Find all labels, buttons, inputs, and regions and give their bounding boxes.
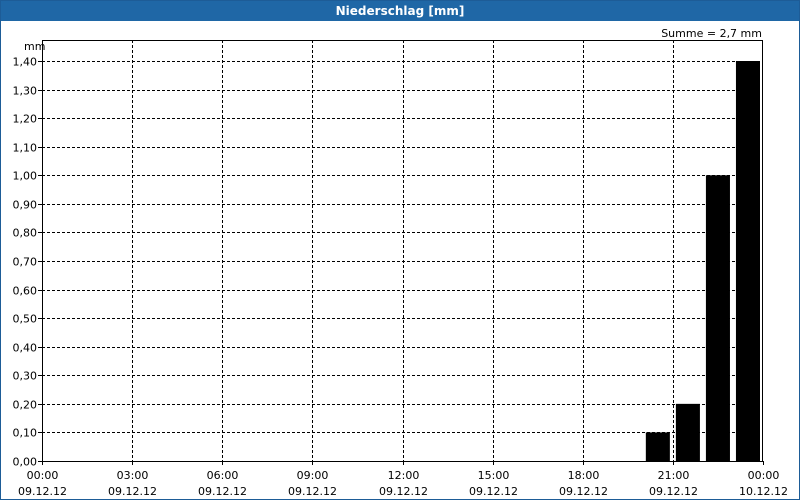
precipitation-chart: 0,00 0,10 0,20 0,30 0,40 0,50 0,60 0,70 0,80 0,90…: [13, 27, 788, 498]
x-tick-date-label: 09.12.12: [198, 485, 247, 498]
x-tick-time-label: 00:00: [748, 469, 780, 482]
x-tick-date-label: 09.12.12: [649, 485, 698, 498]
bar: [645, 432, 670, 461]
y-tick-label: 1,10: [13, 142, 38, 155]
y-tick-label: 0,70: [13, 256, 38, 269]
bar: [735, 61, 760, 461]
grid: [42, 40, 763, 461]
y-tick-label: 0,60: [13, 285, 38, 298]
y-tick-label: 0,90: [13, 199, 38, 212]
x-tick-date-label: 09.12.12: [18, 485, 67, 498]
x-tick-date-label: 09.12.12: [469, 485, 518, 498]
y-tick-label: 1,20: [13, 113, 38, 126]
x-tick-time-label: 09:00: [297, 469, 329, 482]
y-tick-label: 1,40: [13, 56, 38, 69]
x-tick-date-label: 09.12.12: [288, 485, 337, 498]
y-tick-label: 0,20: [13, 399, 38, 412]
sum-annotation: Summe = 2,7 mm: [661, 27, 762, 40]
y-tick-label: 0,40: [13, 342, 38, 355]
y-tick-label: 0,50: [13, 313, 38, 326]
x-tick-time-label: 21:00: [658, 469, 690, 482]
x-tick-date-label: 09.12.12: [559, 485, 608, 498]
x-tick-time-label: 06:00: [207, 469, 239, 482]
x-tick-date-label: 09.12.12: [379, 485, 428, 498]
axes: [38, 40, 764, 465]
y-tick-label: 1,30: [13, 85, 38, 98]
x-tick-time-label: 18:00: [568, 469, 600, 482]
bar: [675, 403, 700, 461]
x-tick-time-label: 15:00: [478, 469, 510, 482]
x-tick-date-label: 10.12.12: [739, 485, 788, 498]
x-tick-date-label: 09.12.12: [108, 485, 157, 498]
x-tick-time-label: 00:00: [27, 469, 59, 482]
y-axis-unit: mm: [24, 40, 45, 53]
bar: [705, 175, 730, 462]
x-tick-time-label: 12:00: [388, 469, 420, 482]
y-tick-labels: 0,00 0,10 0,20 0,30 0,40 0,50 0,60 0,70 0,80 0,90…: [13, 56, 38, 469]
y-tick-label: 0,10: [13, 427, 38, 440]
y-tick-label: 0,00: [13, 456, 38, 469]
y-tick-label: 1,00: [13, 170, 38, 183]
x-tick-time-label: 03:00: [117, 469, 149, 482]
y-tick-label: 0,30: [13, 370, 38, 383]
y-tick-label: 0,80: [13, 227, 38, 240]
x-tick-labels: 00:00 09.12.12 03:00 09.12.12 06:00 09.12.12 0…: [18, 469, 788, 498]
plot-frame: [42, 40, 763, 462]
